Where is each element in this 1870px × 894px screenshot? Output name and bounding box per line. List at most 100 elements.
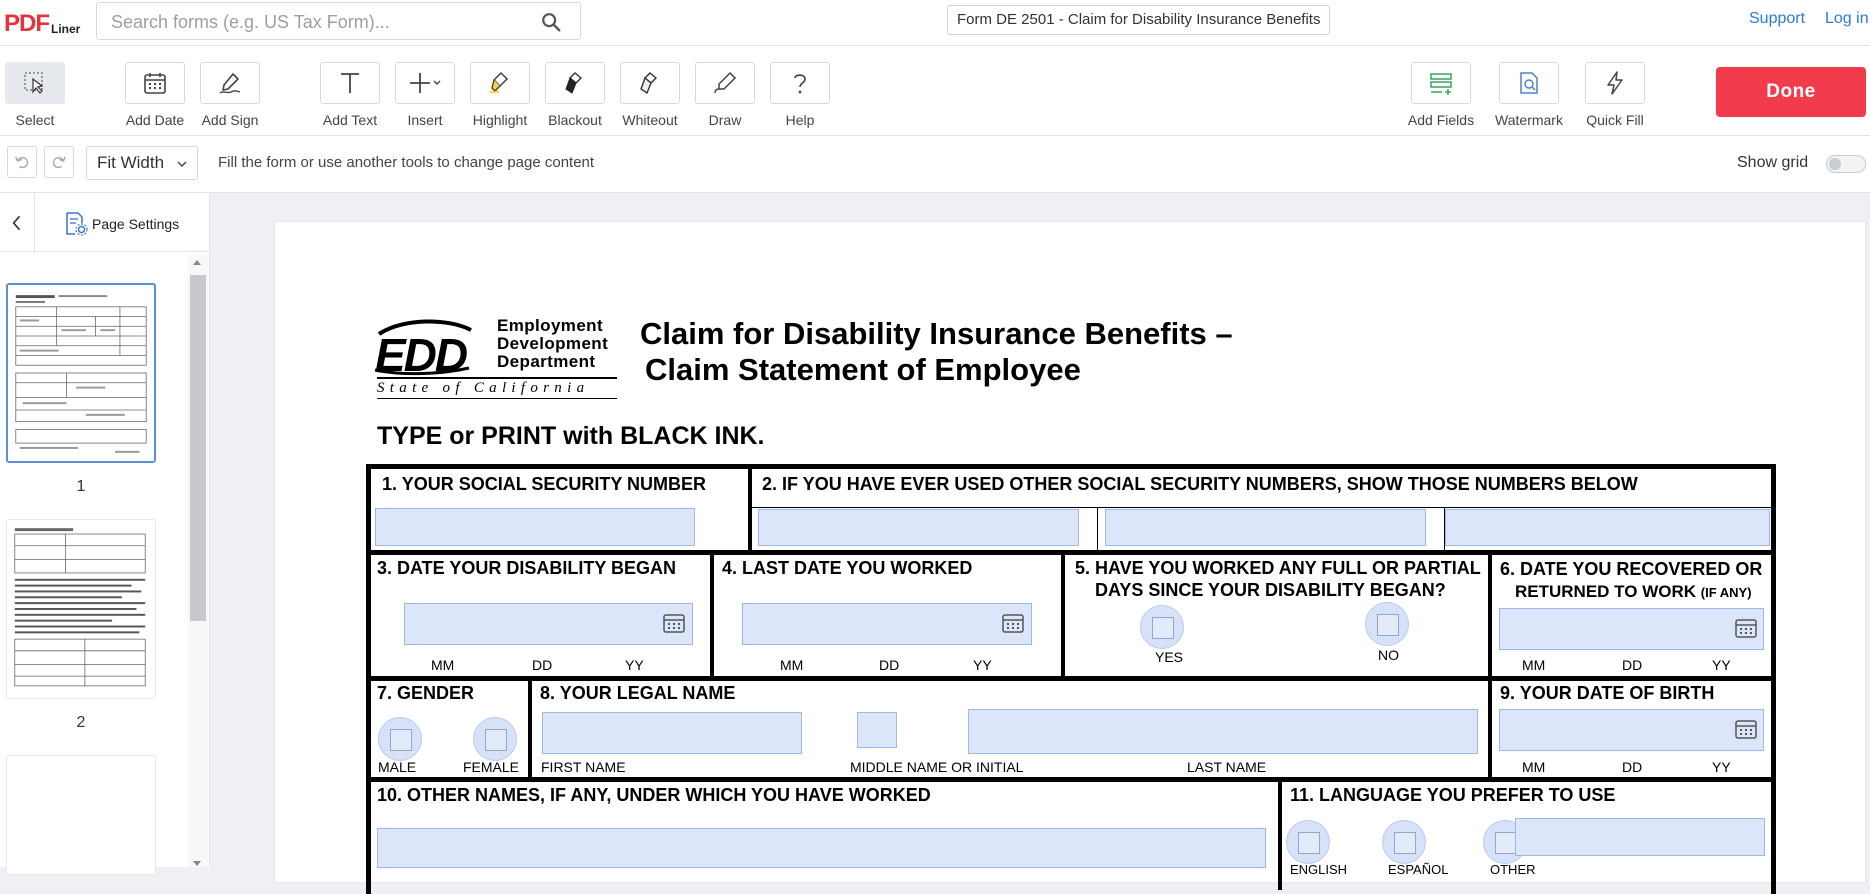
q3-dd-label: DD	[532, 657, 553, 673]
middle-initial-field[interactable]	[857, 712, 897, 748]
whiteout-tool[interactable]: Whiteout	[615, 62, 685, 128]
grid-line	[1097, 507, 1098, 550]
spanish-label: ESPAÑOL	[1388, 862, 1449, 877]
checkbox-square	[1394, 832, 1416, 854]
question-6-label-line-2: RETURNED TO WORK (IF ANY)	[1515, 582, 1752, 602]
highlight-tool[interactable]: Highlight	[465, 62, 535, 128]
question-5-label-line-1: 5. HAVE YOU WORKED ANY FULL OR PARTIAL	[1075, 558, 1481, 578]
ssn-field[interactable]	[375, 508, 695, 546]
redo-button[interactable]	[44, 146, 74, 178]
question-2-label: 2. IF YOU HAVE EVER USED OTHER SOCIAL SE…	[762, 474, 1638, 494]
checkbox-square	[485, 729, 507, 751]
form-title-line-2: Claim Statement of Employee	[645, 352, 1081, 387]
chevron-down-icon	[177, 161, 187, 167]
add-date-tool[interactable]: Add Date	[120, 62, 190, 128]
search-input[interactable]	[111, 11, 511, 33]
document-title: Form DE 2501 - Claim for Disability Insu…	[947, 5, 1331, 35]
question-9-label: 9. YOUR DATE OF BIRTH	[1500, 683, 1715, 703]
last-name-field[interactable]	[968, 709, 1478, 754]
other-names-field[interactable]	[377, 828, 1266, 868]
sidebar-scroll-thumb[interactable]	[190, 275, 206, 621]
show-grid-toggle[interactable]	[1826, 155, 1866, 173]
other-language-field[interactable]	[1515, 818, 1765, 856]
zoom-dropdown[interactable]: Fit Width	[86, 146, 198, 180]
checkbox-square	[1152, 617, 1174, 639]
first-name-field[interactable]	[542, 712, 802, 754]
language-english-checkbox[interactable]	[1286, 820, 1330, 864]
add-sign-tool[interactable]: Add Sign	[195, 62, 265, 128]
editor-toolbar: Select Add Date Add Sign Add Text Insert…	[0, 46, 1870, 136]
quick-fill-tool[interactable]: Quick Fill	[1580, 62, 1650, 128]
undo-button[interactable]	[7, 146, 37, 178]
pdf-page: EDD Employment Development Department St…	[275, 222, 1865, 894]
recovered-date-field[interactable]	[1499, 608, 1764, 650]
page-thumbnail-2[interactable]	[6, 519, 156, 699]
page-thumbnail-1[interactable]	[6, 283, 156, 463]
worked-no-checkbox[interactable]	[1365, 602, 1409, 646]
calendar-icon[interactable]	[1002, 613, 1024, 633]
scroll-down-arrow[interactable]	[193, 861, 201, 866]
logo-rule	[377, 377, 617, 379]
q9-dd-label: DD	[1622, 759, 1643, 775]
gender-female-checkbox[interactable]	[473, 717, 517, 761]
last-worked-date-field[interactable]	[742, 603, 1032, 645]
page-settings-button[interactable]: Page Settings	[63, 211, 179, 237]
draw-pencil-icon	[714, 71, 737, 94]
grid-line	[1278, 780, 1282, 890]
logo-main-text: PDF	[4, 10, 50, 37]
birth-date-field[interactable]	[1499, 709, 1764, 751]
middle-name-label: MIDDLE NAME OR INITIAL	[850, 759, 1024, 775]
highlight-tool-label: Highlight	[472, 112, 528, 128]
page-thumbnail-image	[15, 295, 147, 453]
page-thumbnail-image	[14, 528, 146, 687]
blackout-brush-icon	[565, 72, 583, 94]
draw-tool[interactable]: Draw	[690, 62, 760, 128]
search-box	[96, 2, 581, 40]
calendar-icon[interactable]	[1735, 719, 1757, 739]
insert-tool[interactable]: Insert	[390, 62, 460, 128]
logo-sub-text: Liner	[51, 22, 81, 36]
search-icon[interactable]	[540, 11, 562, 33]
collapse-sidebar-button[interactable]	[0, 193, 35, 252]
calendar-icon[interactable]	[1735, 618, 1757, 638]
watermark-tool-label: Watermark	[1495, 112, 1563, 128]
q3-mm-label: MM	[431, 657, 455, 673]
page-thumbnail-3[interactable]	[6, 755, 156, 875]
add-date-tool-label: Add Date	[125, 112, 185, 128]
q6-line-2-text: RETURNED TO WORK	[1515, 582, 1697, 601]
insert-tool-box	[395, 62, 455, 104]
login-link[interactable]: Log in	[1825, 10, 1869, 28]
select-tool-label: Select	[15, 112, 55, 128]
pdfliner-logo[interactable]: PDF Liner	[4, 8, 81, 37]
select-tool[interactable]: Select	[0, 62, 70, 128]
calendar-icon[interactable]	[663, 613, 685, 633]
watermark-tool-box	[1499, 62, 1559, 104]
quick-fill-tool-label: Quick Fill	[1586, 112, 1644, 128]
grid-line	[1488, 550, 1492, 780]
add-text-tool[interactable]: Add Text	[315, 62, 385, 128]
whiteout-brush-icon	[640, 72, 658, 95]
add-fields-tool[interactable]: Add Fields	[1406, 62, 1476, 128]
other-ssn-field-3[interactable]	[1445, 509, 1770, 546]
other-ssn-field-1[interactable]	[758, 509, 1079, 546]
page-sidebar: Page Settings 1 2	[0, 193, 210, 875]
other-language-label: OTHER	[1490, 862, 1536, 877]
blackout-tool[interactable]: Blackout	[540, 62, 610, 128]
done-button[interactable]: Done	[1716, 67, 1866, 117]
q4-dd-label: DD	[879, 657, 900, 673]
worked-yes-checkbox[interactable]	[1140, 605, 1184, 649]
language-spanish-checkbox[interactable]	[1382, 820, 1426, 864]
quick-fill-tool-box	[1585, 62, 1645, 104]
help-tool[interactable]: Help	[765, 62, 835, 128]
support-link[interactable]: Support	[1749, 10, 1805, 28]
disability-date-field[interactable]	[404, 603, 693, 645]
calendar-icon	[144, 73, 166, 94]
watermark-tool[interactable]: Watermark	[1494, 62, 1564, 128]
grid-line	[366, 676, 1775, 681]
gender-male-checkbox[interactable]	[378, 717, 422, 761]
form-instruction: TYPE or PRINT with BLACK INK.	[377, 422, 765, 450]
q6-dd-label: DD	[1622, 657, 1643, 673]
other-ssn-field-2[interactable]	[1105, 509, 1426, 546]
page-settings-label: Page Settings	[92, 216, 180, 232]
scroll-up-arrow[interactable]	[193, 260, 201, 265]
